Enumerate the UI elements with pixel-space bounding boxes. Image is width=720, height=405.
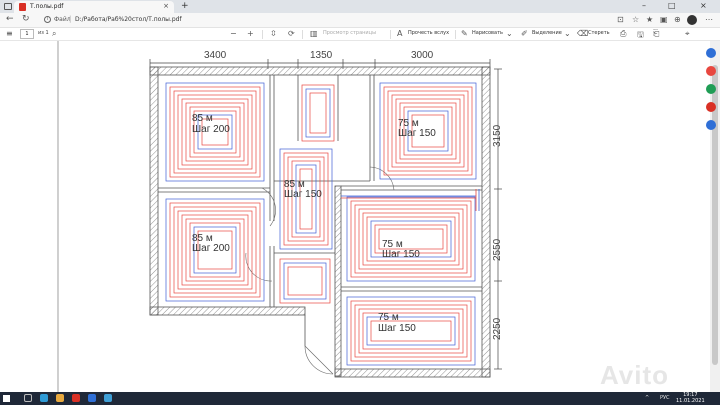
address-bar: ← ↻ i Файл | D:/Работа/Раб%20стол/Т.полы…: [0, 13, 720, 28]
sidebar-office-icon[interactable]: [706, 102, 716, 112]
read-aloud-button[interactable]: Прочесть вслух: [408, 30, 449, 36]
pdf-toolbar: ≡ 1 из 1 ⌕ − + ⇳ ⟳ ▥ Просмотр страницы A…: [0, 28, 720, 41]
tab-title: Т.полы.pdf: [30, 3, 64, 10]
room-3-step: Шаг 150: [284, 189, 322, 200]
dimension-right-2: 2550: [492, 238, 503, 261]
chrome-taskbar-icon[interactable]: [72, 394, 80, 402]
collections-icon[interactable]: ▣: [660, 15, 668, 24]
maximize-button[interactable]: □: [668, 1, 676, 10]
room-6-step: Шаг 150: [378, 323, 416, 334]
zoom-in-icon[interactable]: +: [247, 29, 254, 38]
tray-arrow-icon[interactable]: ^: [645, 395, 649, 401]
info-icon[interactable]: i: [44, 16, 51, 23]
highlight-button[interactable]: Выделение: [532, 30, 562, 36]
floor-plan-drawing: 3400 1350 3000 3150 2550 2250 85 м Шаг 2…: [57, 41, 503, 392]
minimize-button[interactable]: –: [642, 1, 646, 10]
print-icon[interactable]: ⎙: [620, 29, 626, 39]
keyboard-language[interactable]: РУС: [660, 395, 670, 401]
browser-tab[interactable]: Т.полы.pdf ×: [14, 1, 174, 13]
eraser-icon[interactable]: ⌫: [577, 29, 588, 38]
avatar[interactable]: [687, 15, 697, 25]
contents-menu-icon[interactable]: ≡: [6, 29, 13, 38]
avito-watermark: Avito: [600, 360, 670, 390]
explorer-taskbar-icon[interactable]: [56, 394, 64, 402]
edge-taskbar-icon[interactable]: [40, 394, 48, 402]
sidebar-outlook-icon[interactable]: [706, 120, 716, 130]
read-mode-icon[interactable]: ⊡: [617, 15, 624, 24]
word-taskbar-icon[interactable]: [88, 394, 96, 402]
url-text[interactable]: D:/Работа/Раб%20стол/Т.полы.pdf: [75, 16, 182, 23]
sidebar-tools-icon[interactable]: [706, 84, 716, 94]
pdf-viewport[interactable]: 3400 1350 3000 3150 2550 2250 85 м Шаг 2…: [0, 41, 710, 392]
back-icon[interactable]: ←: [6, 14, 14, 24]
page-count: из 1: [38, 30, 49, 36]
search-icon[interactable]: ⌕: [52, 29, 56, 39]
telegram-taskbar-icon[interactable]: [104, 394, 112, 402]
highlight-icon[interactable]: ✐: [521, 29, 528, 38]
room-1-step: Шаг 200: [192, 124, 230, 135]
save-as-icon[interactable]: ⎗: [653, 29, 659, 39]
sidebar-search-icon[interactable]: [706, 48, 716, 58]
profile-switch-icon[interactable]: ⊕: [674, 15, 681, 24]
url-field[interactable]: i Файл | D:/Работа/Раб%20стол/Т.полы.pdf: [40, 14, 600, 27]
room-6-length: 75 м: [378, 312, 399, 323]
more-menu-icon[interactable]: ⋯: [705, 15, 713, 24]
system-clock[interactable]: 19:17 11.01.2021: [676, 392, 705, 404]
clock-date: 11.01.2021: [676, 398, 705, 404]
page-number-input[interactable]: 1: [20, 29, 34, 39]
favorites-icon[interactable]: ★: [646, 15, 653, 24]
page-view-button[interactable]: Просмотр страницы: [323, 30, 376, 36]
close-window-button[interactable]: ×: [700, 1, 707, 10]
browser-tab-strip: Т.полы.pdf × + – □ ×: [0, 0, 720, 13]
taskbar: ^ РУС 19:17 11.01.2021: [0, 392, 720, 405]
tab-close-button[interactable]: ×: [163, 2, 169, 10]
sidebar-shopping-icon[interactable]: [706, 66, 716, 76]
dimension-top-2: 1350: [310, 50, 333, 61]
draw-button[interactable]: Нарисовать: [472, 30, 503, 36]
pin-toolbar-icon[interactable]: ⌖: [685, 29, 690, 39]
draw-dropdown-icon[interactable]: ⌄: [506, 29, 513, 38]
dimension-right-3: 2250: [492, 317, 503, 340]
rotate-icon[interactable]: ⟳: [288, 29, 295, 38]
refresh-icon[interactable]: ↻: [22, 14, 30, 24]
dimension-top-1: 3400: [204, 50, 227, 61]
room-2-step: Шаг 150: [398, 128, 436, 139]
dimension-top-3: 3000: [411, 50, 434, 61]
workspaces-icon[interactable]: [4, 3, 12, 10]
read-aloud-icon[interactable]: A: [397, 29, 402, 38]
heating-loop-room-5: [346, 196, 476, 282]
pdf-file-icon: [19, 3, 26, 11]
windows-start-icon[interactable]: [3, 395, 10, 402]
room-4-step: Шаг 200: [192, 243, 230, 254]
dimension-right-1: 3150: [492, 124, 503, 147]
draw-icon[interactable]: ✎: [461, 29, 468, 38]
search-taskbar-icon[interactable]: [24, 394, 32, 402]
highlight-dropdown-icon[interactable]: ⌄: [564, 29, 571, 38]
favorite-star-icon[interactable]: ☆: [632, 15, 639, 24]
fit-page-icon[interactable]: ⇳: [270, 29, 277, 38]
erase-button[interactable]: Стереть: [588, 30, 610, 36]
zoom-out-icon[interactable]: −: [230, 29, 237, 38]
manifold-feed-lines: [341, 189, 480, 211]
new-tab-button[interactable]: +: [181, 1, 189, 11]
room-1-length: 85 м: [192, 113, 213, 124]
page-view-icon[interactable]: ▥: [310, 29, 318, 38]
room-5-step: Шаг 150: [382, 249, 420, 260]
